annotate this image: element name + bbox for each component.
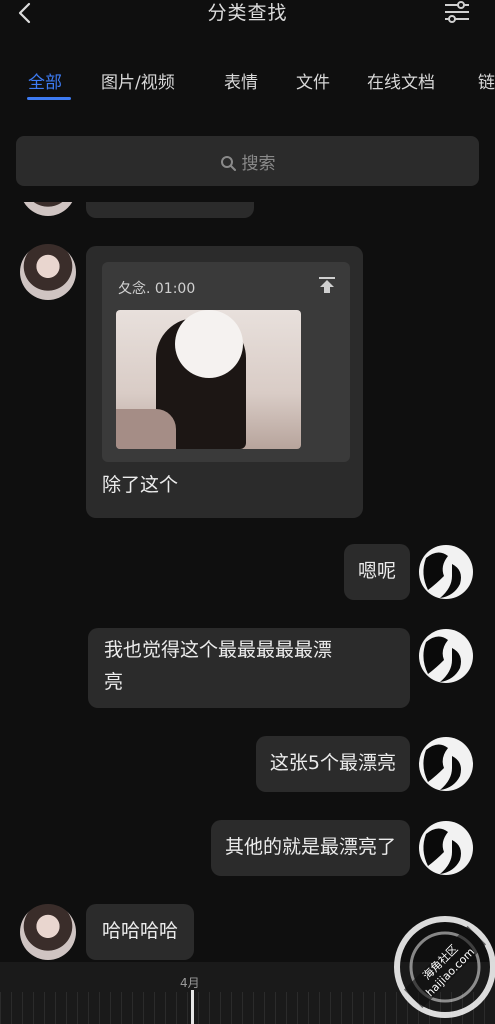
message-text: 除了这个 [102,474,179,496]
message-bubble-file[interactable]: 夂念. 01:00 除了这个 [86,246,363,518]
message-bubble[interactable]: 哈哈哈哈 [86,904,195,960]
watermark-logo: 海角社区 haijiao.com [394,916,495,1018]
avatar[interactable] [418,544,474,600]
active-tab-indicator [27,97,71,100]
message-bubble-sent[interactable]: 这张5个最漂亮 [255,736,410,792]
message-bubble-sent[interactable]: 其他的就是最漂亮了 [210,820,410,876]
message-text: 这张5个最漂亮 [269,752,396,774]
message-text: 其他的就是最漂亮了 [224,836,396,858]
photo-thumbnail[interactable] [116,310,301,449]
avatar[interactable] [418,628,474,684]
message-text: 哈哈哈哈 [102,920,179,942]
tab-stickers[interactable]: 表情 [224,68,258,93]
filter-icon[interactable] [443,0,471,24]
tab-images-videos[interactable]: 图片/视频 [101,68,175,93]
avatar[interactable] [20,202,76,216]
photo-bed [116,409,176,449]
tab-files[interactable]: 文件 [296,68,330,93]
tab-all[interactable]: 全部 [28,68,62,93]
avatar[interactable] [20,904,76,960]
search-input[interactable]: 搜索 [16,136,479,186]
category-tabs: 全部 图片/视频 表情 文件 在线文档 链 [0,62,495,102]
search-icon [220,156,236,171]
tab-links[interactable]: 链 [478,68,495,93]
tab-online-docs[interactable]: 在线文档 [367,68,435,93]
user-avatar-icon [419,545,473,599]
message-text: 嗯呢 [357,560,396,582]
message-bubble-sent[interactable]: 我也觉得这个最最最最最漂 亮 [88,628,410,708]
avatar[interactable] [418,820,474,876]
avatar[interactable] [418,736,474,792]
user-avatar-icon [419,737,473,791]
timeline-month-label: 4月 [180,976,200,990]
user-avatar-icon [419,821,473,875]
page-title: 分类查找 [207,2,288,24]
search-placeholder: 搜索 [241,154,276,174]
avatar[interactable] [20,244,76,300]
file-meta: 夂念. 01:00 [118,281,196,297]
upload-icon[interactable] [318,276,336,294]
user-avatar-icon [419,629,473,683]
message-bubble-sent[interactable]: 嗯呢 [343,544,410,600]
face-blur-mask [175,310,243,378]
file-card[interactable]: 夂念. 01:00 [102,262,350,462]
message-text: 亮 [104,671,124,693]
timeline-marker[interactable] [191,990,194,1024]
message-text: 我也觉得这个最最最最最漂 [104,639,333,661]
message-bubble[interactable] [86,202,254,218]
header: 分类查找 [0,0,495,40]
chat-history[interactable]: 夂念. 01:00 除了这个 嗯呢 我也觉得这个最最最最最漂 亮 这张5个最漂亮… [0,202,495,962]
